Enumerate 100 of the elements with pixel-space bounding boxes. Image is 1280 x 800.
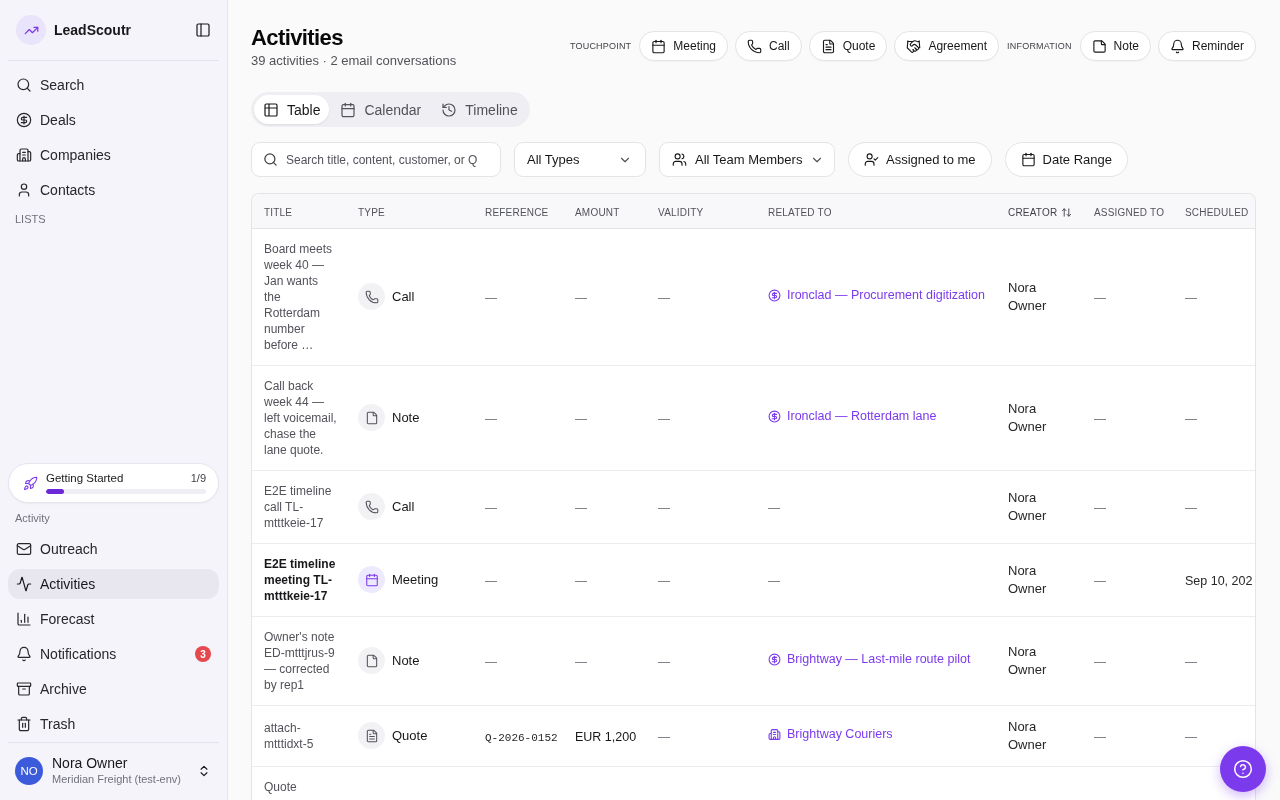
- empty-dash: —: [485, 573, 497, 588]
- related-link[interactable]: Brightway — Last-mile route pilot: [768, 652, 971, 666]
- view-tab[interactable]: Timeline: [432, 95, 527, 124]
- empty-dash: —: [1094, 500, 1106, 515]
- nav-item[interactable]: Archive: [8, 674, 219, 704]
- column-header: RELATED TO: [768, 206, 832, 218]
- empty-dash: —: [1185, 500, 1197, 515]
- empty-dash: —: [1185, 290, 1197, 305]
- note-button[interactable]: Note: [1079, 31, 1151, 61]
- creator-name: Nora Owner: [1008, 642, 1048, 679]
- type-label: Note: [392, 653, 420, 668]
- phone-icon: [358, 493, 385, 520]
- activity-title[interactable]: Quote: [264, 778, 338, 795]
- empty-dash: —: [1185, 729, 1197, 744]
- quote-button[interactable]: Quote: [808, 31, 888, 61]
- creator-name: Nora Owner: [1008, 717, 1048, 754]
- related-link[interactable]: Ironclad — Procurement digitization: [768, 288, 985, 302]
- rocket-icon: [23, 475, 38, 491]
- page-subtitle: 39 activities · 2 email conversations: [251, 52, 457, 70]
- file-icon: [358, 647, 385, 674]
- trash-icon: [16, 716, 32, 732]
- empty-dash: —: [1185, 654, 1197, 669]
- nav-item[interactable]: Trash: [8, 709, 219, 739]
- view-tab[interactable]: Calendar: [331, 95, 431, 124]
- getting-started-title: Getting Started: [46, 472, 124, 484]
- assigned-filter-button[interactable]: Assigned to me: [848, 142, 992, 177]
- nav-item[interactable]: Outreach: [8, 534, 219, 564]
- reminder-button[interactable]: Reminder: [1157, 31, 1256, 61]
- agreement-button[interactable]: Agreement: [894, 31, 1000, 61]
- note-icon: [1091, 38, 1107, 54]
- file-icon: [358, 404, 385, 431]
- column-header: REFERENCE: [485, 206, 549, 218]
- member-select[interactable]: All Team Members: [659, 142, 835, 177]
- person-icon: [16, 182, 32, 198]
- type-label: Call: [392, 499, 415, 514]
- nav-item[interactable]: Notifications 3: [8, 639, 219, 669]
- group-label: TOUCHPOINT: [569, 41, 632, 51]
- empty-dash: —: [575, 290, 587, 305]
- account-switcher[interactable]: NO Nora Owner Meridian Freight (test-env): [8, 742, 219, 800]
- search-field[interactable]: Search title, content, customer, or Q: [251, 142, 501, 177]
- nav-item[interactable]: Deals: [8, 105, 219, 135]
- empty-dash: —: [658, 500, 670, 515]
- activity-title[interactable]: Call back week 44 — left voicemail, chase the lane quote.: [264, 377, 338, 458]
- group-label: INFORMATION: [1007, 41, 1072, 51]
- activity-title[interactable]: E2E timeline call TL-mtttkeie-17: [264, 482, 338, 531]
- section-label: LISTS: [14, 212, 47, 226]
- related-link[interactable]: Brightway Couriers: [768, 727, 893, 741]
- nav-item[interactable]: Companies: [8, 140, 219, 170]
- activity-title[interactable]: attach-mtttidxt-5: [264, 719, 338, 752]
- reference-code: Q-2026-0152: [485, 731, 558, 744]
- brand-name: LeadScoutr: [54, 22, 131, 38]
- empty-dash: —: [575, 500, 587, 515]
- handshake-icon: [906, 38, 922, 54]
- users-icon: [672, 152, 687, 167]
- nav-item[interactable]: Search: [8, 70, 219, 100]
- empty-dash: —: [1094, 290, 1106, 305]
- sidebar-toggle-icon[interactable]: [195, 22, 211, 38]
- empty-dash: —: [485, 290, 497, 305]
- document-icon: [820, 38, 836, 54]
- logo-icon: [16, 15, 46, 45]
- column-header[interactable]: CREATOR: [1008, 206, 1073, 218]
- calendar-icon: [1020, 152, 1036, 167]
- user-avatar: NO: [15, 756, 43, 785]
- call-button[interactable]: Call: [735, 31, 802, 61]
- empty-dash: —: [658, 654, 670, 669]
- bell-icon: [16, 646, 32, 662]
- sort-icon[interactable]: [1061, 206, 1073, 218]
- empty-dash: —: [575, 573, 587, 588]
- empty-dash: —: [658, 290, 670, 305]
- help-icon: [1233, 759, 1253, 779]
- table-icon: [263, 101, 279, 118]
- meeting-button[interactable]: Meeting: [639, 31, 728, 61]
- empty-dash: —: [1094, 654, 1106, 669]
- column-header: TITLE: [264, 206, 293, 218]
- dollar-icon: [768, 652, 781, 666]
- empty-dash: —: [768, 573, 780, 588]
- nav-item[interactable]: Contacts: [8, 175, 219, 205]
- activity-title[interactable]: Board meets week 40 — Jan wants the Rotterdam number before …: [264, 240, 338, 353]
- dollar-icon: [16, 112, 32, 128]
- date-filter-button[interactable]: Date Range: [1004, 142, 1128, 177]
- empty-dash: —: [658, 729, 670, 744]
- notification-badge: 3: [195, 646, 211, 662]
- type-label: Call: [392, 289, 415, 304]
- empty-dash: —: [485, 654, 497, 669]
- empty-dash: —: [768, 500, 780, 515]
- bar-chart-icon: [16, 611, 32, 627]
- archive-icon: [16, 681, 32, 697]
- calendar-icon: [651, 38, 667, 54]
- nav-item[interactable]: Forecast: [8, 604, 219, 634]
- activity-title[interactable]: E2E timeline meeting TL-mtttkeie-17: [264, 555, 338, 604]
- type-select[interactable]: All Types: [514, 142, 646, 177]
- view-tab[interactable]: Table: [254, 95, 330, 124]
- calendar-icon: [340, 101, 357, 118]
- empty-dash: —: [658, 573, 670, 588]
- getting-started-card[interactable]: Getting Started 1/9: [8, 463, 219, 503]
- related-link[interactable]: Ironclad — Rotterdam lane: [768, 409, 937, 423]
- creator-name: Nora Owner: [1008, 488, 1048, 525]
- activity-title[interactable]: Owner's note ED-mtttjrus-9 — corrected by rep1: [264, 628, 338, 693]
- mail-icon: [16, 541, 32, 557]
- nav-item[interactable]: Activities: [8, 569, 219, 599]
